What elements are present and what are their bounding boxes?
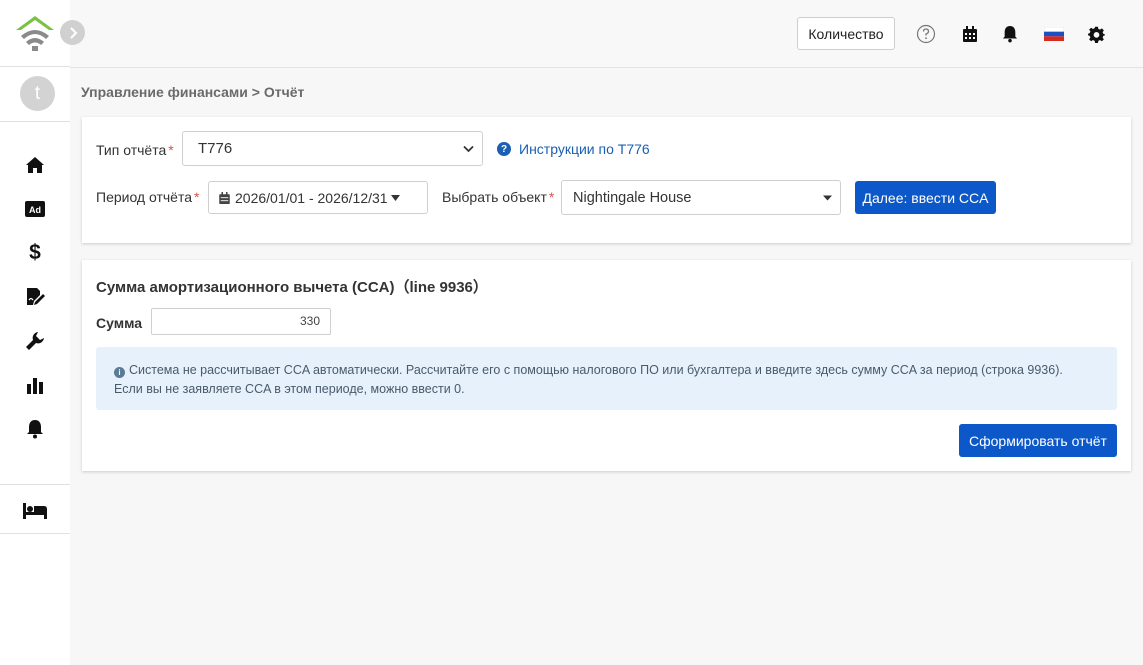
signature-icon bbox=[27, 288, 45, 305]
question-circle-icon: ? bbox=[497, 142, 511, 156]
generate-report-button[interactable]: Сформировать отчёт bbox=[959, 424, 1117, 457]
report-period-picker[interactable]: 2026/01/01 - 2026/12/31 bbox=[208, 181, 428, 214]
amount-label: Сумма bbox=[96, 315, 143, 331]
bed-icon bbox=[23, 503, 47, 519]
chevron-down-icon bbox=[463, 145, 474, 152]
gear-icon[interactable] bbox=[1086, 24, 1106, 44]
avatar-initial: t bbox=[34, 82, 41, 104]
sidebar-item-maintenance[interactable] bbox=[0, 326, 70, 356]
quantity-button[interactable]: Количество bbox=[797, 17, 895, 50]
info-line-2: Если вы не заявляете CCA в этом периоде,… bbox=[114, 382, 465, 396]
object-select[interactable]: Nightingale House bbox=[561, 180, 841, 215]
sidebar: t Ad $ bbox=[0, 0, 70, 665]
dollar-icon: $ bbox=[29, 241, 41, 264]
report-period-value: 2026/01/01 - 2026/12/31 bbox=[235, 189, 388, 206]
breadcrumb: Управление финансами > Отчёт bbox=[81, 84, 305, 100]
caret-down-icon bbox=[390, 194, 400, 201]
required-mark: * bbox=[194, 189, 200, 205]
info-icon: i bbox=[114, 367, 125, 378]
sidebar-item-ads[interactable]: Ad bbox=[0, 194, 70, 224]
expand-sidebar-button[interactable] bbox=[60, 20, 85, 45]
required-mark: * bbox=[548, 189, 555, 205]
report-period-label: Период отчёта * bbox=[96, 189, 200, 205]
sidebar-item-home[interactable] bbox=[0, 150, 70, 180]
report-type-select[interactable]: T776 bbox=[182, 131, 483, 166]
ad-icon: Ad bbox=[25, 201, 45, 217]
sidebar-item-rooms[interactable] bbox=[0, 496, 70, 526]
sidebar-divider bbox=[0, 533, 70, 534]
calendar-icon bbox=[219, 191, 230, 204]
object-value: Nightingale House bbox=[573, 189, 692, 206]
sidebar-divider bbox=[0, 484, 70, 485]
info-line-1: i Система не рассчитывает CCA автоматичес… bbox=[114, 361, 1099, 380]
logo[interactable] bbox=[14, 14, 56, 52]
bar-chart-icon bbox=[27, 378, 43, 394]
top-bar: Количество bbox=[70, 0, 1143, 68]
cca-card: Сумма амортизационного вычета (CCA)（line… bbox=[82, 260, 1131, 471]
bell-icon bbox=[27, 420, 43, 439]
calendar-icon[interactable] bbox=[960, 24, 980, 44]
home-icon bbox=[26, 157, 44, 173]
object-label: Выбрать объект * bbox=[442, 189, 555, 205]
sidebar-divider bbox=[0, 121, 70, 122]
wrench-icon bbox=[26, 332, 44, 350]
next-enter-cca-button[interactable]: Далее: ввести CCA bbox=[855, 181, 996, 214]
avatar[interactable]: t bbox=[20, 76, 55, 111]
svg-text:Ad: Ad bbox=[29, 205, 41, 215]
report-settings-card: Тип отчёта * T776 ? Инструкции по T776 Пе… bbox=[82, 117, 1131, 243]
caret-down-icon bbox=[823, 195, 832, 200]
help-icon[interactable] bbox=[916, 24, 936, 44]
required-mark: * bbox=[168, 142, 174, 158]
info-alert: i Система не рассчитывает CCA автоматичес… bbox=[96, 347, 1117, 410]
russia-flag-icon[interactable] bbox=[1044, 24, 1064, 44]
report-type-value: T776 bbox=[198, 140, 233, 157]
chevron-right-icon bbox=[69, 26, 77, 39]
bell-icon[interactable] bbox=[1000, 24, 1020, 44]
sidebar-item-finance[interactable]: $ bbox=[0, 238, 70, 268]
report-type-label: Тип отчёта * bbox=[96, 142, 174, 158]
instructions-link[interactable]: ? Инструкции по T776 bbox=[497, 141, 650, 157]
sidebar-item-reports[interactable] bbox=[0, 370, 70, 400]
sidebar-item-notifications[interactable] bbox=[0, 414, 70, 444]
amount-input[interactable]: 330 bbox=[151, 308, 331, 335]
sidebar-item-contracts[interactable] bbox=[0, 282, 70, 312]
sidebar-divider bbox=[0, 66, 70, 67]
cca-section-title: Сумма амортизационного вычета (CCA)（line… bbox=[96, 279, 488, 296]
